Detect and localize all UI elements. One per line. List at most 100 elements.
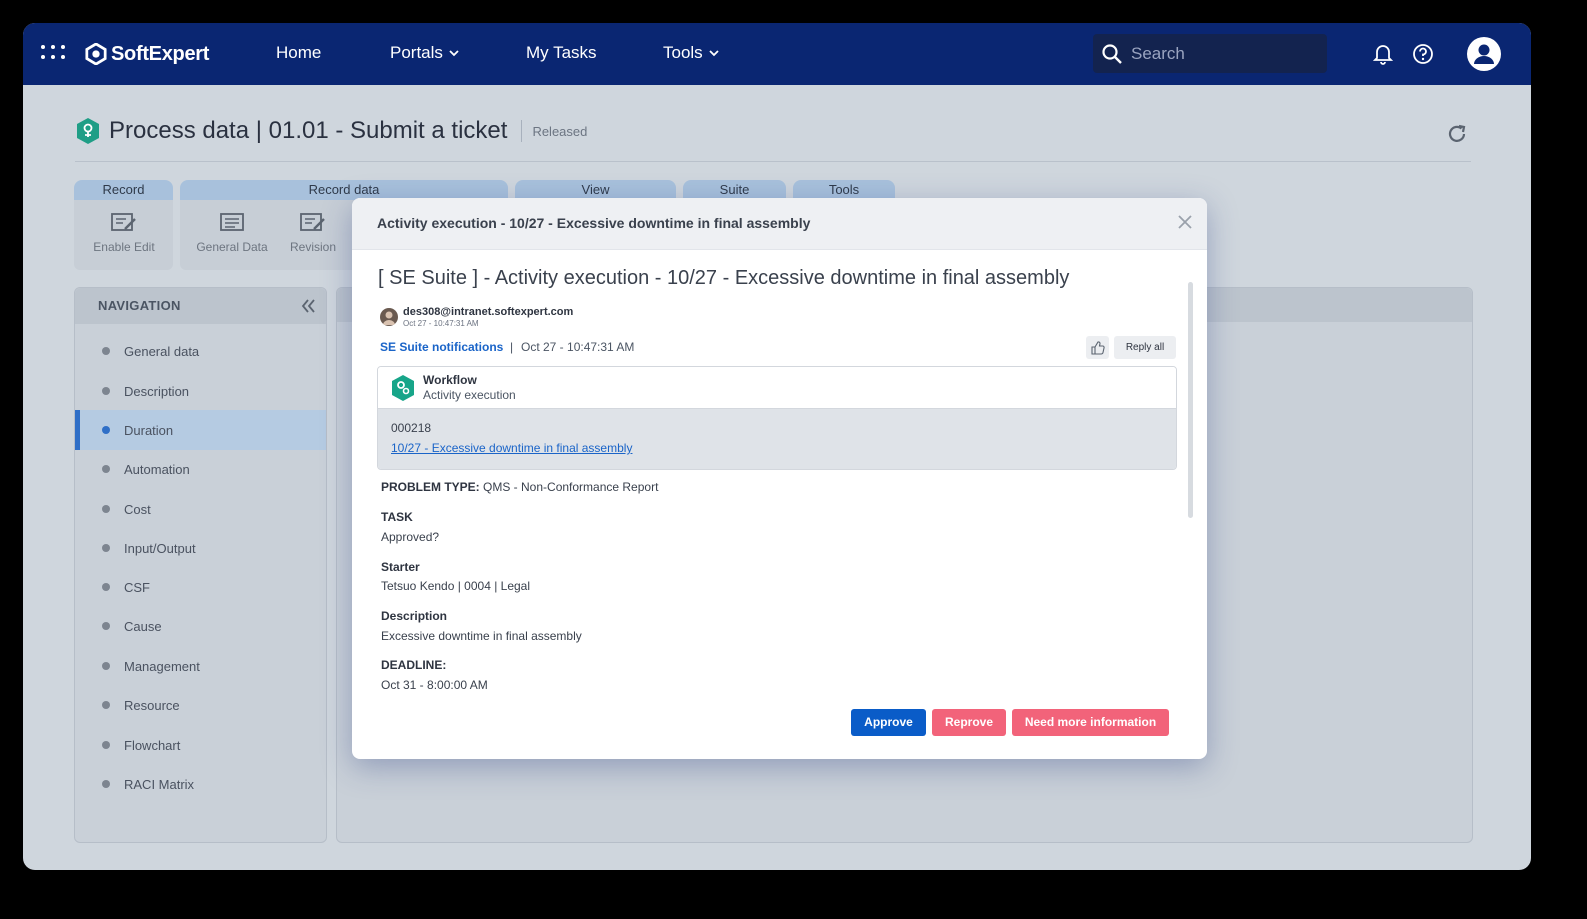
nav-item-label: Resource (124, 697, 180, 713)
process-icon (77, 118, 99, 144)
ribbon-record-body: Enable Edit (74, 200, 173, 270)
chevron-down-icon (709, 50, 719, 57)
problem-type-row: PROBLEM TYPE: QMS - Non-Conformance Repo… (381, 480, 658, 494)
nav-item-duration[interactable]: Duration (75, 410, 326, 450)
nav-item-label: Cost (124, 501, 151, 517)
brand-name: SoftExpert (111, 42, 210, 65)
nav-item-label: Cause (124, 618, 162, 634)
ribbon-tab-suite[interactable]: Suite (683, 180, 786, 200)
nav-portals[interactable]: Portals (390, 43, 459, 63)
notification-time: Oct 27 - 10:47:31 AM (521, 340, 635, 354)
revision-button[interactable]: Revision (277, 212, 349, 254)
bullet (102, 662, 110, 670)
nav-item-cause[interactable]: Cause (75, 606, 326, 646)
navigation-panel: NAVIGATION General data Description Dura… (74, 287, 327, 843)
nav-my-tasks[interactable]: My Tasks (526, 43, 597, 63)
enable-edit-label: Enable Edit (93, 240, 155, 254)
search-input[interactable] (1129, 42, 1313, 65)
workflow-subtitle: Activity execution (423, 388, 516, 402)
problem-type-label: PROBLEM TYPE: (381, 480, 480, 494)
workflow-title-link[interactable]: 10/27 - Excessive downtime in final asse… (391, 441, 632, 455)
refresh-icon[interactable] (1446, 123, 1468, 145)
bullet (102, 347, 110, 355)
bell-icon[interactable] (1373, 43, 1393, 65)
nav-home[interactable]: Home (276, 43, 321, 63)
notification-separator: | (510, 340, 514, 354)
description-value: Excessive downtime in final assembly (381, 629, 582, 643)
sender-time: Oct 27 - 10:47:31 AM (403, 319, 479, 328)
enable-edit-button[interactable]: Enable Edit (88, 212, 160, 254)
app-window: SoftExpert Home Portals My Tasks Tools P… (23, 23, 1531, 870)
list-icon (220, 213, 244, 231)
approve-button[interactable]: Approve (851, 709, 926, 736)
general-data-button[interactable]: General Data (196, 212, 268, 254)
nav-item-resource[interactable]: Resource (75, 685, 326, 725)
nav-item-input-output[interactable]: Input/Output (75, 528, 326, 568)
nav-tools[interactable]: Tools (663, 43, 719, 63)
nav-item-csf[interactable]: CSF (75, 567, 326, 607)
bullet (102, 701, 110, 709)
ribbon-tab-tools[interactable]: Tools (793, 180, 895, 200)
problem-type-value: QMS - Non-Conformance Report (483, 480, 659, 494)
apps-grid-icon[interactable] (41, 45, 65, 61)
bullet (102, 465, 110, 473)
nav-home-label: Home (276, 43, 322, 62)
modal-header: Activity execution - 10/27 - Excessive d… (352, 198, 1207, 250)
ribbon-tab-record-data[interactable]: Record data (180, 180, 508, 200)
modal-scrollbar[interactable] (1188, 282, 1193, 518)
sender-avatar (380, 308, 398, 326)
task-value: Approved? (381, 530, 440, 544)
page-header: Process data | 01.01 - Submit a ticket R… (75, 113, 587, 149)
nav-portals-label: Portals (390, 43, 443, 62)
like-button[interactable] (1086, 336, 1109, 359)
revision-icon (300, 213, 325, 231)
nav-item-general-data[interactable]: General data (75, 331, 326, 371)
bullet (102, 387, 110, 395)
reply-all-button[interactable]: Reply all (1114, 336, 1176, 359)
bullet (102, 741, 110, 749)
edit-icon (111, 213, 136, 231)
nav-item-label: CSF (124, 579, 150, 595)
status-badge: Released (532, 123, 588, 139)
title-separator (521, 120, 523, 142)
help-icon[interactable] (1412, 43, 1434, 65)
bullet (102, 505, 110, 513)
brand-logo[interactable]: SoftExpert (85, 40, 209, 68)
nav-item-label: Management (124, 658, 200, 674)
activity-execution-modal: Activity execution - 10/27 - Excessive d… (352, 198, 1207, 759)
revision-label: Revision (289, 240, 337, 254)
nav-item-label: RACI Matrix (124, 776, 195, 792)
collapse-double-chevron-icon[interactable] (300, 298, 316, 314)
close-icon[interactable] (1177, 214, 1193, 230)
navigation-title: NAVIGATION (98, 298, 181, 313)
general-data-label: General Data (196, 240, 268, 254)
workflow-card: Workflow Activity execution 000218 10/27… (377, 366, 1177, 470)
reprove-button[interactable]: Reprove (932, 709, 1006, 736)
nav-item-description[interactable]: Description (75, 371, 326, 411)
nav-item-cost[interactable]: Cost (75, 489, 326, 529)
ribbon-tab-view[interactable]: View (515, 180, 676, 200)
ribbon-tab-record[interactable]: Record (74, 180, 173, 200)
nav-item-raci-matrix[interactable]: RACI Matrix (75, 764, 326, 804)
navigation-header: NAVIGATION (75, 288, 326, 324)
nav-item-management[interactable]: Management (75, 646, 326, 686)
nav-item-automation[interactable]: Automation (75, 449, 326, 489)
user-avatar[interactable] (1467, 37, 1501, 71)
task-label: TASK (381, 510, 413, 524)
page-title: Process data | 01.01 - Submit a ticket (109, 117, 508, 144)
need-more-information-button[interactable]: Need more information (1012, 709, 1169, 736)
ribbon-group-view: View (515, 180, 676, 200)
nav-my-tasks-label: My Tasks (526, 43, 597, 62)
bullet (102, 780, 110, 788)
nav-item-label: Duration (124, 422, 174, 438)
nav-tools-label: Tools (663, 43, 703, 62)
notification-source-link[interactable]: SE Suite notifications (380, 340, 503, 354)
workflow-id: 000218 (391, 421, 432, 435)
description-label: Description (381, 609, 448, 623)
nav-item-flowchart[interactable]: Flowchart (75, 725, 326, 765)
bullet (102, 426, 110, 434)
modal-title: Activity execution - 10/27 - Excessive d… (377, 215, 811, 231)
search-box[interactable] (1093, 34, 1327, 73)
bullet (102, 583, 110, 591)
ribbon-group-suite: Suite (683, 180, 786, 200)
